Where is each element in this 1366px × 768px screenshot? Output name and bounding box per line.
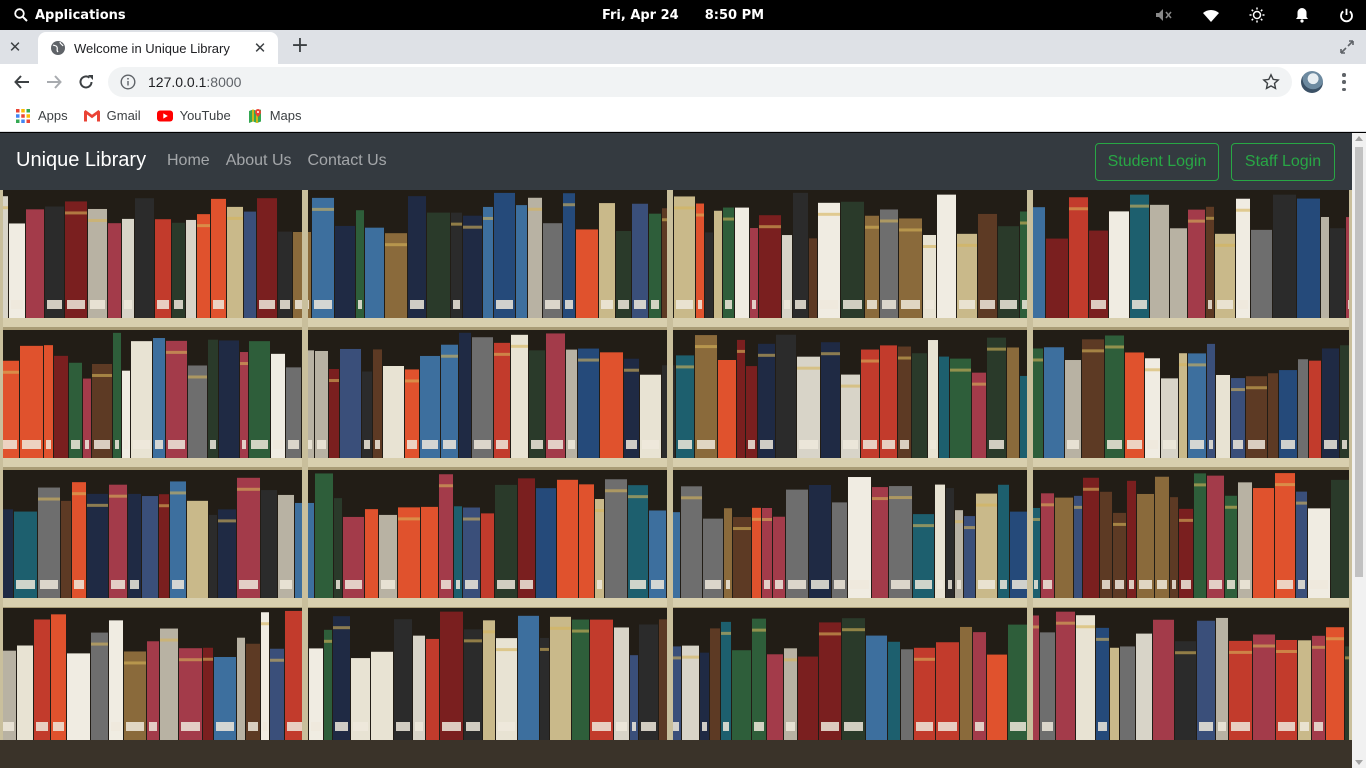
window-close-icon[interactable]: ✕ xyxy=(6,38,24,56)
wifi-icon[interactable] xyxy=(1203,9,1219,22)
bookmark-star-icon[interactable] xyxy=(1262,73,1280,91)
site-brand[interactable]: Unique Library xyxy=(16,149,146,172)
maps-icon xyxy=(248,108,261,123)
new-tab-icon[interactable]: + xyxy=(289,35,311,58)
globe-icon xyxy=(51,41,65,55)
nav-contact-us[interactable]: Contact Us xyxy=(308,152,387,170)
page-viewport: Unique Library Home About Us Contact Us … xyxy=(0,133,1366,768)
info-icon[interactable] xyxy=(120,74,136,90)
bookmarks-bar: Apps Gmail YouTube Maps xyxy=(0,100,1366,132)
nav-links: Home About Us Contact Us xyxy=(167,152,387,170)
url-text: 127.0.0.1:8000 xyxy=(148,74,241,90)
bookmark-youtube-label: YouTube xyxy=(179,108,231,123)
profile-avatar[interactable] xyxy=(1301,71,1323,93)
bookshelf-photo xyxy=(0,190,1352,768)
site-navbar: Unique Library Home About Us Contact Us … xyxy=(0,133,1352,190)
tab-welcome[interactable]: Welcome in Unique Library ✕ xyxy=(38,32,278,64)
student-login-button[interactable]: Student Login xyxy=(1095,143,1219,181)
volume-muted-icon[interactable] xyxy=(1155,8,1173,22)
nav-about-us[interactable]: About Us xyxy=(226,152,292,170)
restore-window-icon[interactable] xyxy=(1338,38,1356,56)
browser-toolbar: 127.0.0.1:8000 xyxy=(0,64,1366,100)
bookmark-maps-label: Maps xyxy=(269,108,302,123)
forward-icon[interactable] xyxy=(42,70,66,94)
scroll-up-icon[interactable] xyxy=(1355,136,1363,141)
scroll-down-icon[interactable] xyxy=(1355,760,1363,765)
apps-grid-icon xyxy=(16,108,30,123)
menu-kebab-icon[interactable] xyxy=(1340,73,1348,91)
gmail-icon xyxy=(83,109,100,121)
bookmark-youtube[interactable]: YouTube xyxy=(156,108,231,124)
bookmark-maps[interactable]: Maps xyxy=(247,108,302,124)
address-bar[interactable]: 127.0.0.1:8000 xyxy=(108,67,1292,97)
tab-close-icon[interactable]: ✕ xyxy=(252,39,268,57)
brightness-icon[interactable] xyxy=(1249,7,1265,23)
url-host: 127.0.0.1 xyxy=(148,74,207,90)
browser-tab-strip: ✕ Welcome in Unique Library ✕ + xyxy=(0,30,1366,64)
page-scrollbar[interactable] xyxy=(1352,133,1366,768)
reload-icon[interactable] xyxy=(74,70,98,94)
tab-title: Welcome in Unique Library xyxy=(74,40,230,56)
hero-image xyxy=(0,190,1352,768)
time-label: 8:50 PM xyxy=(704,7,765,23)
staff-login-button[interactable]: Staff Login xyxy=(1231,143,1335,181)
system-top-bar: Applications Fri, Apr 24 8:50 PM xyxy=(0,0,1366,30)
notification-bell-icon[interactable] xyxy=(1295,7,1309,23)
bookmark-gmail[interactable]: Gmail xyxy=(83,108,141,124)
youtube-icon xyxy=(156,110,173,121)
nav-home[interactable]: Home xyxy=(167,152,210,170)
power-icon[interactable] xyxy=(1339,8,1354,23)
date-label: Fri, Apr 24 xyxy=(601,7,679,23)
bookmark-gmail-label: Gmail xyxy=(106,108,141,123)
back-icon[interactable] xyxy=(10,70,34,94)
bookmark-apps-label: Apps xyxy=(38,108,68,123)
url-port: :8000 xyxy=(206,74,242,90)
scrollbar-thumb[interactable] xyxy=(1355,147,1363,577)
bookmark-apps[interactable]: Apps xyxy=(15,108,68,124)
system-tray[interactable] xyxy=(1155,0,1354,30)
